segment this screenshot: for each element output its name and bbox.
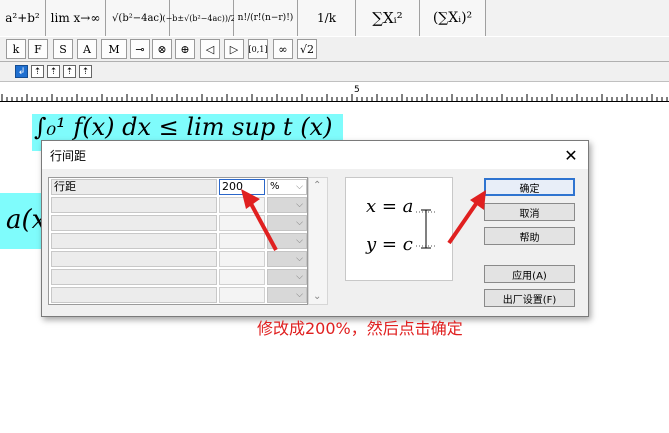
spacing-row: ⌵ bbox=[49, 232, 307, 250]
template-sum-squares[interactable]: ∑Xᵢ² bbox=[356, 0, 420, 36]
chevron-down-icon: ⌵ bbox=[296, 236, 303, 246]
symbol-button-4[interactable]: A bbox=[77, 39, 97, 59]
unit-select[interactable]: ⌵ bbox=[267, 215, 307, 231]
template-reciprocal[interactable]: 1/k bbox=[298, 0, 356, 36]
unit-select[interactable]: % ⌵ bbox=[267, 179, 307, 195]
dialog-title: 行间距 bbox=[50, 149, 87, 163]
unit-select[interactable]: ⌵ bbox=[267, 197, 307, 213]
unit-select[interactable]: ⌵ bbox=[267, 287, 307, 303]
instruction-annotation: 修改成200%，然后点击确定 bbox=[257, 319, 463, 338]
spacing-row: 行距 200 % ⌵ bbox=[49, 178, 307, 196]
unit-select[interactable]: ⌵ bbox=[267, 233, 307, 249]
chevron-down-icon: ⌵ bbox=[296, 290, 303, 300]
symbol-button-2[interactable]: F bbox=[28, 39, 48, 59]
template-limit[interactable]: lim x→∞ bbox=[46, 0, 106, 36]
chevron-down-icon: ⌵ bbox=[296, 200, 303, 210]
unit-label: % bbox=[270, 181, 280, 192]
row-label bbox=[51, 233, 217, 249]
template-square-root[interactable]: √(b²−4ac) bbox=[106, 0, 170, 36]
factory-settings-button[interactable]: 出厂设置(F) bbox=[484, 289, 575, 307]
row-label bbox=[51, 287, 217, 303]
spacing-row: ⌵ bbox=[49, 286, 307, 304]
infinity-icon[interactable]: ∞ bbox=[273, 39, 293, 59]
spacing-value-input[interactable] bbox=[219, 269, 265, 285]
spacing-preview: x = a y = c bbox=[345, 177, 453, 281]
otimes-icon[interactable]: ⊗ bbox=[152, 39, 172, 59]
row-label bbox=[51, 269, 217, 285]
equation-line-2[interactable]: a(x bbox=[6, 205, 46, 245]
unit-select[interactable]: ⌵ bbox=[267, 251, 307, 267]
interval-icon[interactable]: [0,1] bbox=[248, 39, 268, 59]
chevron-down-icon: ⌵ bbox=[296, 182, 303, 192]
cancel-button[interactable]: 取消 bbox=[484, 203, 575, 221]
preview-line-2: y = c bbox=[366, 234, 413, 255]
preview-line-1: x = a bbox=[366, 196, 414, 217]
left-triangle-icon[interactable]: ◁ bbox=[200, 39, 220, 59]
apply-button[interactable]: 应用(A) bbox=[484, 265, 575, 283]
chevron-down-icon[interactable]: ⌄ bbox=[313, 291, 321, 302]
multimap-icon[interactable]: ⊸ bbox=[130, 39, 150, 59]
spacing-value-input[interactable] bbox=[219, 215, 265, 231]
style-toolbar: ↲ ⇡ ⇡ ⇡ ⇡ bbox=[0, 62, 669, 82]
template-square-of-sum[interactable]: (∑Xᵢ)² bbox=[420, 0, 486, 36]
help-button[interactable]: 帮助 bbox=[484, 227, 575, 245]
chevron-up-icon[interactable]: ⌃ bbox=[313, 180, 321, 191]
oplus-icon[interactable]: ⊕ bbox=[175, 39, 195, 59]
spacing-row: ⌵ bbox=[49, 268, 307, 286]
template-quadratic-formula[interactable]: (−b±√(b²−4ac))/2a bbox=[162, 0, 241, 36]
line-spacing-dialog: 行间距 ✕ 行距 200 % ⌵ ⌵ ⌵ ⌵ ⌵ ⌵ ⌵ ⌃ ⌄ x = a y… bbox=[41, 140, 589, 317]
spacing-indicator-icon bbox=[416, 209, 436, 249]
ruler-label-5: 5 bbox=[354, 85, 360, 95]
row-label bbox=[51, 197, 217, 213]
row-label bbox=[51, 215, 217, 231]
symbol-button-5[interactable]: M bbox=[101, 39, 127, 59]
spacing-value-input[interactable] bbox=[219, 251, 265, 267]
ruler[interactable]: 5 bbox=[0, 82, 669, 102]
spacing-row: ⌵ bbox=[49, 250, 307, 268]
close-icon[interactable]: ✕ bbox=[560, 144, 582, 166]
row-label: 行距 bbox=[51, 179, 217, 195]
symbol-button-1[interactable]: k bbox=[6, 39, 26, 59]
spacing-grid: 行距 200 % ⌵ ⌵ ⌵ ⌵ ⌵ ⌵ ⌵ bbox=[48, 177, 308, 305]
tab-3-icon[interactable]: ⇡ bbox=[47, 65, 60, 78]
symbol-toolbar: k F S A M ⊸ ⊗ ⊕ ◁ ▷ [0,1] ∞ √2 bbox=[0, 37, 669, 62]
row-label bbox=[51, 251, 217, 267]
tab-4-icon[interactable]: ⇡ bbox=[63, 65, 76, 78]
chevron-down-icon: ⌵ bbox=[296, 218, 303, 228]
sqrt-two-icon[interactable]: √2 bbox=[297, 39, 317, 59]
chevron-down-icon: ⌵ bbox=[296, 272, 303, 282]
spacing-value-input[interactable] bbox=[219, 233, 265, 249]
ruler-ticks: 5 bbox=[1, 85, 668, 101]
spacing-row: ⌵ bbox=[49, 196, 307, 214]
tab-2-icon[interactable]: ⇡ bbox=[31, 65, 44, 78]
symbol-button-3[interactable]: S bbox=[53, 39, 73, 59]
template-palette: a²+b² lim x→∞ √(b²−4ac) (−b±√(b²−4ac))/2… bbox=[0, 0, 669, 36]
tab-1-icon[interactable]: ↲ bbox=[15, 65, 28, 78]
template-combination[interactable]: n!/(r!(n−r)!) bbox=[234, 0, 298, 36]
chevron-down-icon: ⌵ bbox=[296, 254, 303, 264]
grid-scrollbar[interactable]: ⌃ ⌄ bbox=[308, 177, 328, 305]
unit-select[interactable]: ⌵ bbox=[267, 269, 307, 285]
tab-5-icon[interactable]: ⇡ bbox=[79, 65, 92, 78]
dialog-titlebar: 行间距 ✕ bbox=[42, 141, 588, 169]
palette-empty-area bbox=[486, 0, 669, 36]
spacing-value-input[interactable] bbox=[219, 197, 265, 213]
spacing-row: ⌵ bbox=[49, 214, 307, 232]
spacing-value-input[interactable] bbox=[219, 287, 265, 303]
spacing-value-input[interactable]: 200 bbox=[219, 179, 265, 195]
ok-button[interactable]: 确定 bbox=[484, 178, 575, 196]
template-sum-of-squares[interactable]: a²+b² bbox=[0, 0, 46, 36]
right-triangle-icon[interactable]: ▷ bbox=[224, 39, 244, 59]
